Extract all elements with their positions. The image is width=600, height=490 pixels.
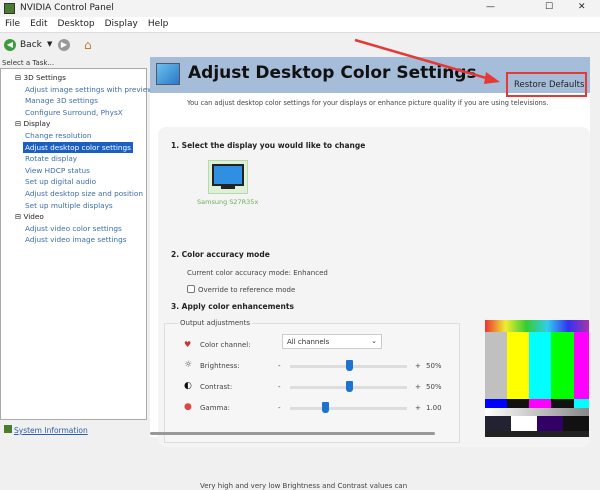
warning-note: Very high and very low Brightness and Co… xyxy=(200,482,408,490)
annotation-overlay xyxy=(354,38,587,97)
restore-defaults-button[interactable]: Restore Defaults xyxy=(514,80,584,90)
annotation-arrow-line xyxy=(354,38,494,82)
annotation-arrowhead xyxy=(484,72,500,84)
